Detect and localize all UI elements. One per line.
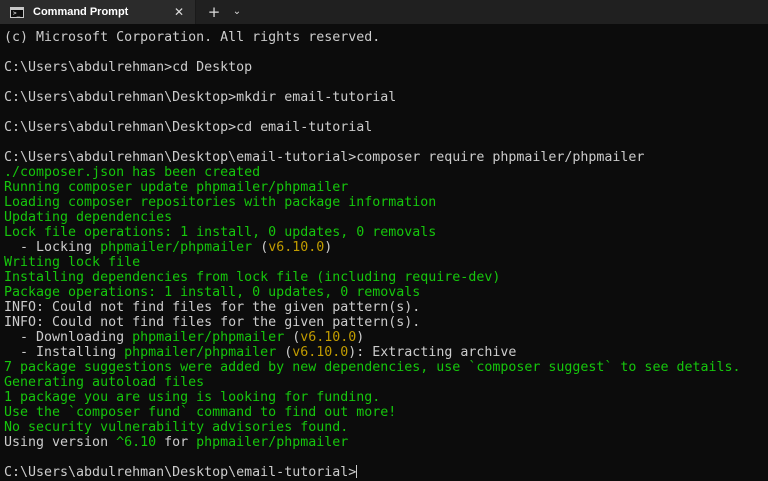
terminal-text: phpmailer/phpmailer bbox=[124, 345, 277, 360]
terminal-text: v6.10.0 bbox=[268, 240, 325, 255]
terminal-text: 7 package suggestions were added by new … bbox=[4, 360, 741, 375]
terminal-text: C:\Users\abdulrehman\Desktop>cd email-tu… bbox=[4, 120, 373, 135]
terminal-line: - Installing phpmailer/phpmailer (v6.10.… bbox=[4, 345, 768, 360]
terminal-line: C:\Users\abdulrehman\Desktop>mkdir email… bbox=[4, 90, 768, 105]
terminal-text: Writing lock file bbox=[4, 255, 141, 270]
new-tab-button[interactable]: + bbox=[200, 0, 228, 24]
terminal-line: Package operations: 1 install, 0 updates… bbox=[4, 285, 768, 300]
terminal-text: - Locking bbox=[4, 240, 101, 255]
chevron-down-icon[interactable]: ⌄ bbox=[228, 0, 246, 24]
terminal-line: Writing lock file bbox=[4, 255, 768, 270]
terminal-text: Installing dependencies from lock file (… bbox=[4, 270, 501, 285]
terminal-text: Running composer update phpmailer/phpmai… bbox=[4, 180, 349, 195]
terminal-text: v6.10.0 bbox=[292, 345, 349, 360]
terminal-line: C:\Users\abdulrehman\Desktop\email-tutor… bbox=[4, 465, 768, 480]
terminal-text: INFO: Could not find files for the given… bbox=[4, 300, 421, 315]
close-icon[interactable]: ✕ bbox=[171, 4, 187, 20]
terminal-text: Package operations: 1 install, 0 updates… bbox=[4, 285, 421, 300]
terminal-line: Installing dependencies from lock file (… bbox=[4, 270, 768, 285]
terminal-text: Using version bbox=[4, 435, 117, 450]
terminal-line: ./composer.json has been created bbox=[4, 165, 768, 180]
terminal-text: ( bbox=[252, 240, 269, 255]
terminal-line: (c) Microsoft Corporation. All rights re… bbox=[4, 30, 768, 45]
terminal-text: ): Extracting archive bbox=[348, 345, 517, 360]
terminal-icon: >_ bbox=[10, 6, 24, 18]
terminal-text: No security vulnerability advisories fou… bbox=[4, 420, 349, 435]
terminal-line: 1 package you are using is looking for f… bbox=[4, 390, 768, 405]
terminal-line: C:\Users\abdulrehman\Desktop>cd email-tu… bbox=[4, 120, 768, 135]
terminal-text: Generating autoload files bbox=[4, 375, 205, 390]
tab-command-prompt[interactable]: >_ Command Prompt ✕ bbox=[0, 0, 196, 24]
terminal-text: ( bbox=[284, 330, 301, 345]
terminal-text: C:\Users\abdulrehman>cd Desktop bbox=[4, 60, 253, 75]
terminal-line: No security vulnerability advisories fou… bbox=[4, 420, 768, 435]
terminal-line: Loading composer repositories with packa… bbox=[4, 195, 768, 210]
terminal-text: v6.10.0 bbox=[300, 330, 357, 345]
terminal-text: C:\Users\abdulrehman\Desktop>mkdir email… bbox=[4, 90, 397, 105]
tab-title: Command Prompt bbox=[33, 6, 129, 18]
terminal-text: (c) Microsoft Corporation. All rights re… bbox=[4, 30, 381, 45]
terminal-line: Using version ^6.10 for phpmailer/phpmai… bbox=[4, 435, 768, 450]
terminal-text: Lock file operations: 1 install, 0 updat… bbox=[4, 225, 437, 240]
terminal-text: ) bbox=[356, 330, 365, 345]
terminal-text: C:\Users\abdulrehman\Desktop\email-tutor… bbox=[4, 465, 357, 480]
terminal-line: Updating dependencies bbox=[4, 210, 768, 225]
terminal-text: Use the `composer fund` command to find … bbox=[4, 405, 397, 420]
title-bar: >_ Command Prompt ✕ + ⌄ bbox=[0, 0, 768, 24]
terminal-line: - Locking phpmailer/phpmailer (v6.10.0) bbox=[4, 240, 768, 255]
terminal-text: Updating dependencies bbox=[4, 210, 173, 225]
terminal-line: Lock file operations: 1 install, 0 updat… bbox=[4, 225, 768, 240]
terminal-line: C:\Users\abdulrehman>cd Desktop bbox=[4, 60, 768, 75]
terminal-line: Running composer update phpmailer/phpmai… bbox=[4, 180, 768, 195]
text-cursor bbox=[356, 465, 358, 478]
terminal-text: ./composer.json has been created bbox=[4, 165, 261, 180]
terminal-line: INFO: Could not find files for the given… bbox=[4, 315, 768, 330]
terminal-text: ^6.10 bbox=[116, 435, 157, 450]
terminal-text: Loading composer repositories with packa… bbox=[4, 195, 437, 210]
terminal-line: Use the `composer fund` command to find … bbox=[4, 405, 768, 420]
terminal-text: - Installing bbox=[4, 345, 125, 360]
terminal-text: phpmailer/phpmailer bbox=[100, 240, 253, 255]
terminal-text: phpmailer/phpmailer bbox=[196, 435, 349, 450]
terminal-text: - Downloading bbox=[4, 330, 133, 345]
terminal-text: C:\Users\abdulrehman\Desktop\email-tutor… bbox=[4, 150, 645, 165]
terminal-line: - Downloading phpmailer/phpmailer (v6.10… bbox=[4, 330, 768, 345]
terminal-line: 7 package suggestions were added by new … bbox=[4, 360, 768, 375]
terminal-line: Generating autoload files bbox=[4, 375, 768, 390]
terminal-text: INFO: Could not find files for the given… bbox=[4, 315, 421, 330]
terminal-text: 1 package you are using is looking for f… bbox=[4, 390, 381, 405]
terminal-text: ) bbox=[324, 240, 333, 255]
terminal-output[interactable]: (c) Microsoft Corporation. All rights re… bbox=[4, 30, 768, 480]
terminal-text: phpmailer/phpmailer bbox=[132, 330, 285, 345]
terminal-line: INFO: Could not find files for the given… bbox=[4, 300, 768, 315]
terminal-text: ( bbox=[276, 345, 293, 360]
terminal-line: C:\Users\abdulrehman\Desktop\email-tutor… bbox=[4, 150, 768, 165]
terminal-text: for bbox=[156, 435, 197, 450]
